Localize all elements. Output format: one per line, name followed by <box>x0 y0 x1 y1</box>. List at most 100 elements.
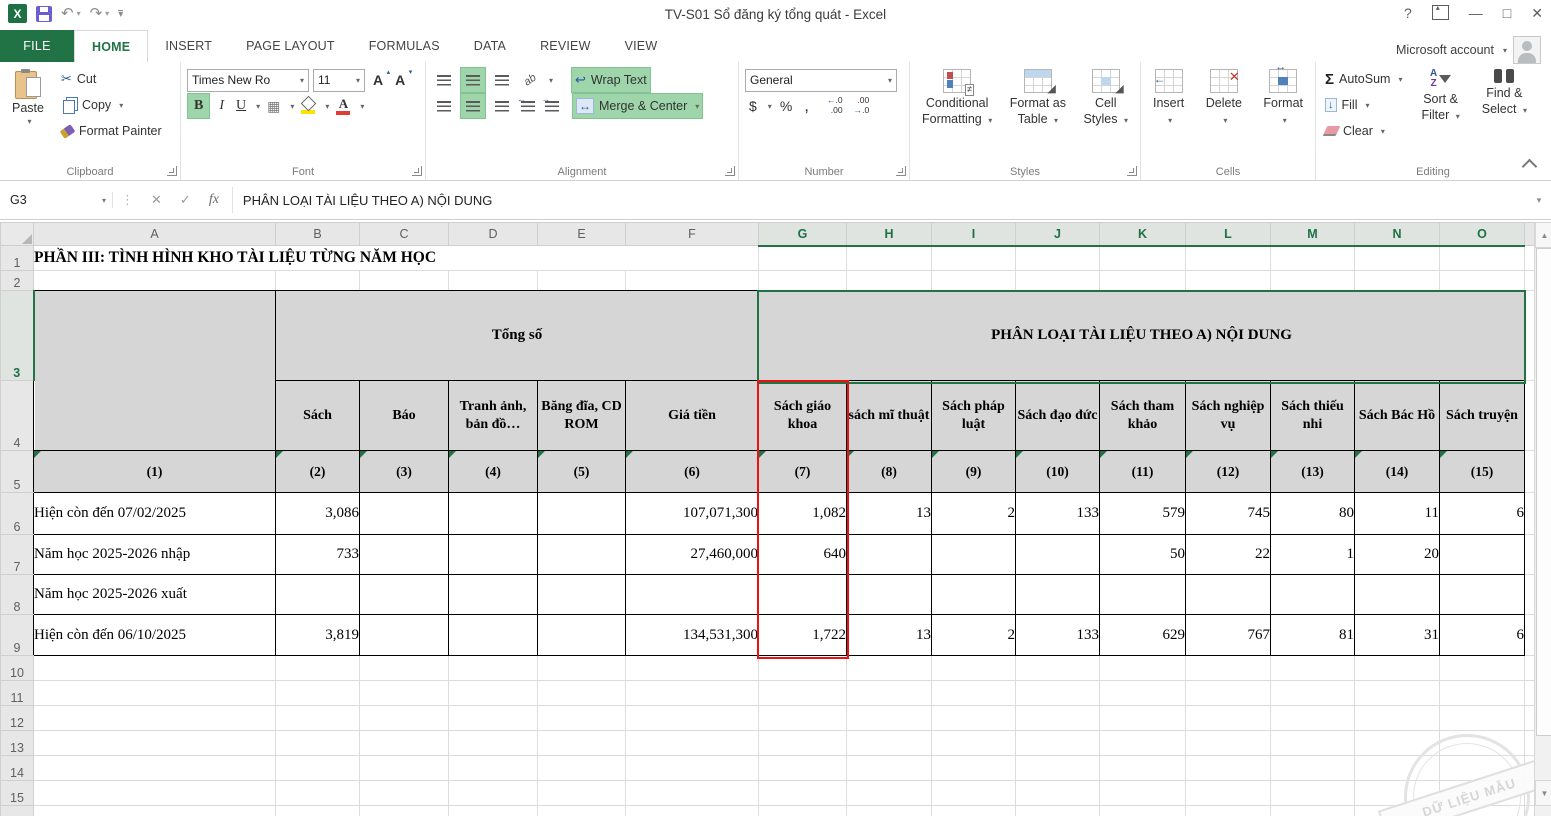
cell-F13[interactable] <box>626 731 759 756</box>
cell-J6[interactable]: 133 <box>1016 493 1100 535</box>
cell-H12[interactable] <box>847 706 932 731</box>
cell-H5[interactable]: (8) <box>847 451 932 493</box>
cell-N6[interactable]: 11 <box>1355 493 1440 535</box>
cell-I11[interactable] <box>932 681 1016 706</box>
cell-E9[interactable] <box>538 615 626 656</box>
cell-N9[interactable]: 31 <box>1355 615 1440 656</box>
cell-K9[interactable]: 629 <box>1100 615 1186 656</box>
cell-O16[interactable] <box>1440 806 1525 816</box>
cell-G7[interactable]: 640 <box>759 535 847 575</box>
cell-C5[interactable]: (3) <box>360 451 449 493</box>
row-header-14[interactable]: 14 <box>1 756 34 781</box>
align-center-button[interactable] <box>460 93 486 119</box>
cell-N2[interactable] <box>1355 271 1440 291</box>
cell-P3[interactable] <box>1525 291 1535 381</box>
cell-P7[interactable] <box>1525 535 1535 575</box>
comma-style-button[interactable]: , <box>800 96 813 116</box>
cell-E11[interactable] <box>538 681 626 706</box>
cell-P13[interactable] <box>1525 731 1535 756</box>
cell-A14[interactable] <box>34 756 276 781</box>
formula-input[interactable]: PHÂN LOẠI TÀI LIỆU THEO A) NỘI DUNG <box>237 193 1527 208</box>
cell-A1[interactable]: PHẦN III: TÌNH HÌNH KHO TÀI LIỆU TỪNG NĂ… <box>34 246 759 271</box>
avatar[interactable] <box>1513 36 1541 64</box>
cell-L9[interactable]: 767 <box>1186 615 1271 656</box>
cell-G15[interactable] <box>759 781 847 806</box>
cell-K15[interactable] <box>1100 781 1186 806</box>
ribbon-display-options-button[interactable] <box>1432 5 1449 20</box>
cell-D7[interactable] <box>449 535 538 575</box>
cell-O7[interactable] <box>1440 535 1525 575</box>
cell-J9[interactable]: 133 <box>1016 615 1100 656</box>
cell-P8[interactable] <box>1525 575 1535 615</box>
cell-J13[interactable] <box>1016 731 1100 756</box>
cell-G6[interactable]: 1,082 <box>759 493 847 535</box>
cell-M14[interactable] <box>1271 756 1355 781</box>
cell-F4[interactable]: Giá tiền <box>626 381 759 451</box>
cut-button[interactable]: ✂Cut <box>58 67 165 91</box>
cell-B16[interactable] <box>276 806 360 816</box>
autosum-button[interactable]: ΣAutoSum▾ <box>1322 67 1405 91</box>
cell-B6[interactable]: 3,086 <box>276 493 360 535</box>
cell-H14[interactable] <box>847 756 932 781</box>
cell-D10[interactable] <box>449 656 538 681</box>
col-header-M[interactable]: M <box>1271 223 1355 246</box>
cell-F6[interactable]: 107,071,300 <box>626 493 759 535</box>
cell-L10[interactable] <box>1186 656 1271 681</box>
cell-M7[interactable]: 1 <box>1271 535 1355 575</box>
tab-page-layout[interactable]: PAGE LAYOUT <box>229 30 352 62</box>
row-header-1[interactable]: 1 <box>1 246 34 271</box>
row-header-5[interactable]: 5 <box>1 451 34 493</box>
cell-B15[interactable] <box>276 781 360 806</box>
cell-N12[interactable] <box>1355 706 1440 731</box>
fill-button[interactable]: ↓Fill▾ <box>1322 93 1405 117</box>
cell-F8[interactable] <box>626 575 759 615</box>
cell-A13[interactable] <box>34 731 276 756</box>
cell-O4[interactable]: Sách truyện <box>1440 381 1525 451</box>
row-header-4[interactable]: 4 <box>1 381 34 451</box>
cell-J8[interactable] <box>1016 575 1100 615</box>
cell-C14[interactable] <box>360 756 449 781</box>
cell-B5[interactable]: (2) <box>276 451 360 493</box>
cell-C2[interactable] <box>360 271 449 291</box>
cell-J4[interactable]: Sách đạo đức <box>1016 381 1100 451</box>
cell-J2[interactable] <box>1016 271 1100 291</box>
cell-K14[interactable] <box>1100 756 1186 781</box>
cell-G9[interactable]: 1,722 <box>759 615 847 656</box>
cell-P12[interactable] <box>1525 706 1535 731</box>
cell-J11[interactable] <box>1016 681 1100 706</box>
cell-P16[interactable] <box>1525 806 1535 816</box>
increase-font-size-button[interactable]: A▴ <box>369 72 387 88</box>
accounting-format-button[interactable]: $ <box>745 98 761 114</box>
bottom-align-button[interactable] <box>490 68 514 92</box>
cell-J10[interactable] <box>1016 656 1100 681</box>
cell-O9[interactable]: 6 <box>1440 615 1525 656</box>
cell-E5[interactable]: (5) <box>538 451 626 493</box>
cell-H6[interactable]: 13 <box>847 493 932 535</box>
format-cells-button[interactable]: Format▾ <box>1257 67 1309 129</box>
cell-F15[interactable] <box>626 781 759 806</box>
cell-M5[interactable]: (13) <box>1271 451 1355 493</box>
cell-N13[interactable] <box>1355 731 1440 756</box>
cell-H4[interactable]: sách mĩ thuật <box>847 381 932 451</box>
cell-B10[interactable] <box>276 656 360 681</box>
cell-C8[interactable] <box>360 575 449 615</box>
cell-M8[interactable] <box>1271 575 1355 615</box>
top-align-button[interactable] <box>432 68 456 92</box>
font-dialog-launcher[interactable] <box>412 166 422 176</box>
cell-A3[interactable] <box>34 291 276 451</box>
row-header-16[interactable]: 16 <box>1 806 34 816</box>
cell-K16[interactable] <box>1100 806 1186 816</box>
fill-color-button[interactable] <box>298 94 318 118</box>
orientation-button[interactable]: ab <box>518 68 542 92</box>
cell-F10[interactable] <box>626 656 759 681</box>
cell-styles-button[interactable]: ◢ CellStyles ▾ <box>1077 67 1134 129</box>
cell-K6[interactable]: 579 <box>1100 493 1186 535</box>
cell-K5[interactable]: (11) <box>1100 451 1186 493</box>
cell-O13[interactable] <box>1440 731 1525 756</box>
row-header-6[interactable]: 6 <box>1 493 34 535</box>
underline-button[interactable]: U <box>233 94 249 118</box>
cell-B14[interactable] <box>276 756 360 781</box>
cell-J14[interactable] <box>1016 756 1100 781</box>
cell-L4[interactable]: Sách nghiệp vụ <box>1186 381 1271 451</box>
number-format-select[interactable]: General▾ <box>745 69 897 92</box>
